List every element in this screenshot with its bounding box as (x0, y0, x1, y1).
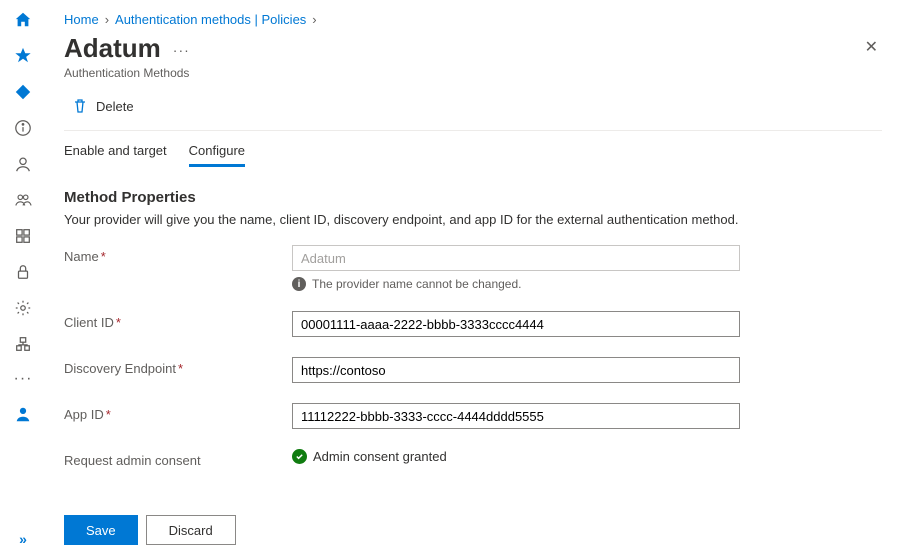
breadcrumb-policies[interactable]: Authentication methods | Policies (115, 12, 306, 27)
chevron-right-icon: › (312, 12, 316, 27)
close-icon[interactable]: ✕ (861, 33, 882, 61)
user-highlight-icon[interactable] (13, 404, 33, 424)
org-icon[interactable] (13, 334, 33, 354)
expand-rail-icon[interactable]: » (19, 531, 27, 547)
discovery-input[interactable] (292, 357, 740, 383)
row-discovery: Discovery Endpoint* (64, 357, 882, 383)
tab-configure[interactable]: Configure (189, 143, 245, 167)
discard-button[interactable]: Discard (146, 515, 236, 545)
row-consent: Request admin consent Admin consent gran… (64, 449, 882, 468)
delete-label: Delete (96, 99, 134, 114)
consent-label: Request admin consent (64, 449, 292, 468)
row-name: Name* i The provider name cannot be chan… (64, 245, 882, 291)
users-icon[interactable] (13, 190, 33, 210)
client-id-label: Client ID* (64, 311, 292, 330)
name-input (292, 245, 740, 271)
discovery-label: Discovery Endpoint* (64, 357, 292, 376)
tab-enable-target[interactable]: Enable and target (64, 143, 167, 167)
delete-button[interactable]: Delete (64, 94, 142, 118)
diamond-icon[interactable] (13, 82, 33, 102)
client-id-input[interactable] (292, 311, 740, 337)
lock-icon[interactable] (13, 262, 33, 282)
breadcrumb: Home › Authentication methods | Policies… (64, 12, 882, 27)
name-info: i The provider name cannot be changed. (292, 277, 740, 291)
row-app-id: App ID* (64, 403, 882, 429)
main-content: Home › Authentication methods | Policies… (46, 0, 902, 557)
info-icon[interactable] (13, 118, 33, 138)
user-icon[interactable] (13, 154, 33, 174)
page-subtitle: Authentication Methods (64, 66, 882, 80)
consent-status: Admin consent granted (292, 449, 740, 464)
info-badge-icon: i (292, 277, 306, 291)
row-client-id: Client ID* (64, 311, 882, 337)
tabs: Enable and target Configure (64, 131, 882, 167)
more-actions-icon[interactable]: ··· (173, 42, 190, 58)
chevron-right-icon: › (105, 12, 109, 27)
footer: Save Discard (64, 499, 882, 545)
toolbar: Delete (64, 94, 882, 131)
home-icon[interactable] (13, 10, 33, 30)
page-title: Adatum (64, 33, 161, 64)
save-button[interactable]: Save (64, 515, 138, 545)
app-id-input[interactable] (292, 403, 740, 429)
app-id-label: App ID* (64, 403, 292, 422)
breadcrumb-home[interactable]: Home (64, 12, 99, 27)
check-icon (292, 449, 307, 464)
form: Name* i The provider name cannot be chan… (64, 245, 882, 468)
section-description: Your provider will give you the name, cl… (64, 212, 882, 227)
favorites-icon[interactable] (13, 46, 33, 66)
section-title: Method Properties (64, 189, 882, 206)
left-nav-rail: ··· » (0, 0, 46, 557)
grid-icon[interactable] (13, 226, 33, 246)
name-label: Name* (64, 245, 292, 264)
trash-icon (72, 98, 88, 114)
more-icon[interactable]: ··· (14, 370, 33, 388)
gear-icon[interactable] (13, 298, 33, 318)
